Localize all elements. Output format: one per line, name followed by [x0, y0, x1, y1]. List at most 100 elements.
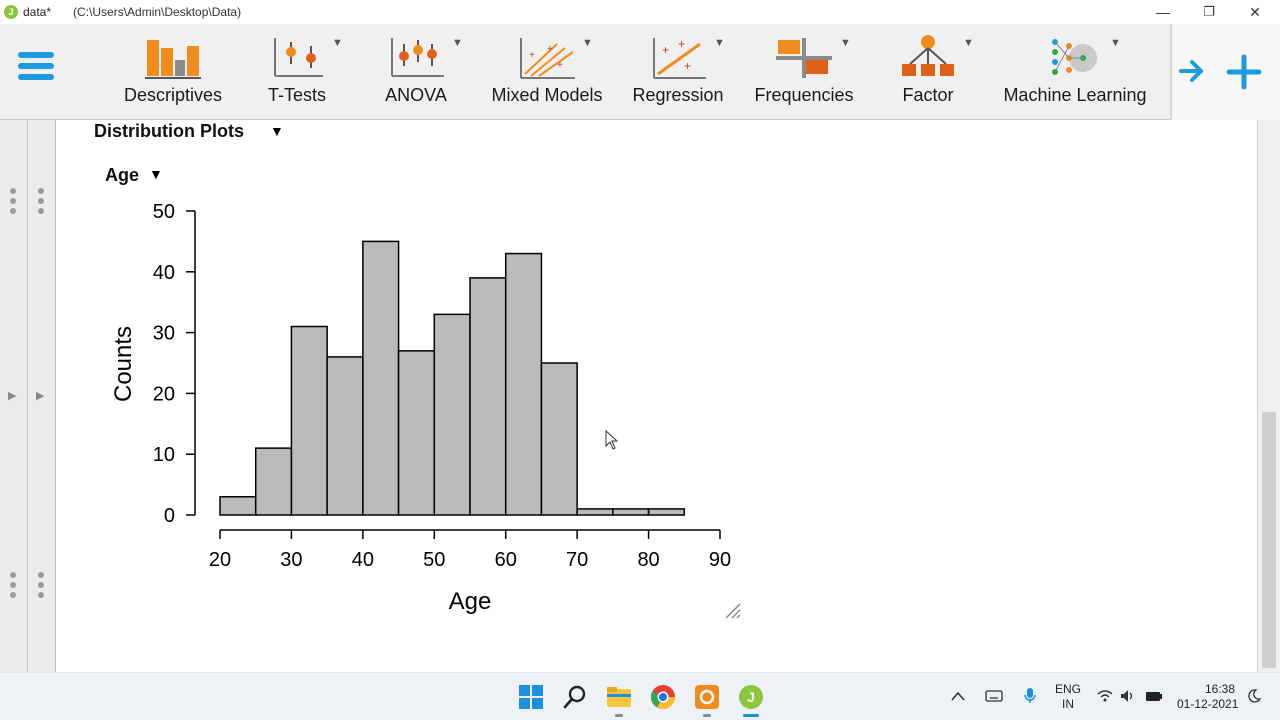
age-plot-menu-icon[interactable]: ▼ — [149, 166, 163, 182]
panel-separator — [27, 120, 28, 672]
chevron-up-icon[interactable] — [950, 690, 966, 702]
analysis-panel-drag-handle[interactable] — [38, 188, 46, 218]
anova-dropdown-icon[interactable]: ▼ — [452, 37, 463, 49]
factor-dropdown-icon[interactable]: ▼ — [963, 37, 974, 49]
windows-taskbar: J ENG IN 16:38 01-12-2021 — [0, 672, 1280, 720]
clock-date[interactable]: 01-12-2021 — [1177, 697, 1238, 711]
histogram-bar — [647, 508, 686, 516]
arrow-right-icon[interactable] — [1178, 54, 1206, 88]
t-tests-button[interactable]: ▼ T-Tests — [252, 32, 343, 112]
battery-icon[interactable] — [1144, 689, 1164, 703]
language-indicator-region[interactable]: IN — [1062, 697, 1074, 711]
machine-learning-button[interactable]: ▼ Machine Learning — [998, 32, 1152, 112]
main-menu-button[interactable] — [18, 52, 54, 88]
x-tick-label: 20 — [209, 549, 231, 571]
y-tick-label: 50 — [153, 201, 175, 223]
language-indicator-primary[interactable]: ENG — [1055, 682, 1081, 696]
histogram-bar — [362, 240, 400, 516]
distribution-plots-heading[interactable]: Distribution Plots — [94, 121, 244, 142]
minimize-button[interactable]: — — [1140, 0, 1186, 24]
anova-icon — [391, 38, 444, 77]
data-panel-drag-handle[interactable] — [10, 188, 18, 218]
histogram-bar — [397, 350, 436, 516]
resize-handle-icon[interactable] — [725, 603, 741, 619]
y-axis-label: Counts — [110, 326, 137, 402]
factor-button[interactable]: ▼ Factor — [893, 32, 974, 112]
restore-button[interactable]: ❐ — [1186, 0, 1232, 24]
svg-text:+: + — [529, 50, 535, 61]
machine-learning-icon — [1052, 39, 1097, 75]
windows-start-icon[interactable] — [517, 683, 545, 711]
frequencies-icon — [776, 38, 832, 78]
regression-icon: + + + — [653, 37, 706, 79]
regression-button[interactable]: + + + ▼ Regression — [626, 32, 730, 112]
x-axis-label: Age — [449, 588, 492, 615]
results-scrollbar[interactable] — [1257, 120, 1280, 672]
running-indicator — [703, 714, 711, 717]
notifications-icon[interactable] — [1246, 688, 1262, 704]
y-tick-label: 30 — [153, 323, 175, 345]
expand-data-panel-icon[interactable]: ▶ — [8, 389, 16, 402]
analysis-panel-drag-handle-lower[interactable] — [38, 572, 46, 602]
svg-text:+: + — [662, 43, 669, 57]
mixed-models-label: Mixed Models — [491, 85, 603, 105]
histogram-bar — [504, 252, 543, 516]
keyboard-icon[interactable] — [985, 689, 1003, 703]
t-tests-dropdown-icon[interactable]: ▼ — [332, 37, 343, 49]
ribbon-toolbar: Descriptives ▼ T-Tests ▼ ANOVA + + + ▼ M… — [0, 24, 1280, 120]
add-module-icon[interactable] — [1226, 54, 1262, 90]
running-indicator — [615, 714, 623, 717]
wifi-icon[interactable] — [1097, 689, 1113, 703]
x-tick-label: 40 — [352, 549, 374, 571]
regression-dropdown-icon[interactable]: ▼ — [714, 37, 725, 49]
factor-icon — [902, 35, 954, 76]
active-indicator — [743, 714, 759, 717]
data-panel-drag-handle-lower[interactable] — [10, 572, 18, 602]
jasp-taskbar-icon[interactable]: J — [737, 683, 765, 711]
clock-time[interactable]: 16:38 — [1205, 682, 1235, 696]
histogram-bar — [576, 508, 614, 516]
histogram-bar — [540, 362, 578, 516]
search-icon[interactable] — [561, 683, 589, 711]
mouse-cursor-icon — [605, 429, 619, 450]
distribution-plots-menu-icon[interactable]: ▼ — [270, 123, 284, 139]
volume-icon[interactable] — [1120, 689, 1136, 703]
x-tick-label: 70 — [566, 549, 588, 571]
y-tick-label: 10 — [153, 444, 175, 466]
mixed-models-dropdown-icon[interactable]: ▼ — [582, 37, 593, 49]
age-plot-heading[interactable]: Age — [105, 165, 139, 186]
hamburger-bar — [18, 63, 54, 69]
frequencies-button[interactable]: ▼ Frequencies — [748, 32, 860, 112]
anova-button[interactable]: ▼ ANOVA — [376, 32, 463, 112]
histogram-bar — [326, 356, 364, 516]
frequencies-label: Frequencies — [754, 85, 854, 105]
expand-analysis-panel-icon[interactable]: ▶ — [36, 389, 44, 402]
microphone-icon[interactable] — [1023, 687, 1037, 705]
hamburger-bar — [18, 74, 54, 80]
file-explorer-icon[interactable] — [605, 683, 633, 711]
x-tick-label: 80 — [637, 549, 659, 571]
descriptives-button[interactable]: Descriptives — [115, 32, 231, 112]
regression-label: Regression — [632, 85, 724, 105]
x-tick-label: 60 — [495, 549, 517, 571]
x-tick-label: 50 — [423, 549, 445, 571]
histogram-bar — [219, 496, 257, 516]
t-tests-icon — [274, 38, 323, 77]
y-tick-label: 40 — [153, 262, 175, 284]
machine-learning-dropdown-icon[interactable]: ▼ — [1110, 37, 1121, 49]
chrome-icon[interactable] — [649, 683, 677, 711]
app-launcher-icon[interactable] — [693, 683, 721, 711]
y-tick-label: 0 — [164, 505, 175, 527]
results-scrollbar-thumb[interactable] — [1262, 412, 1276, 668]
y-tick-label: 20 — [153, 383, 175, 405]
left-panel-strip: ▶ ▶ — [0, 120, 56, 672]
svg-text:+: + — [678, 37, 685, 51]
anova-label: ANOVA — [385, 85, 447, 105]
close-button[interactable]: ✕ — [1232, 0, 1278, 24]
descriptives-label: Descriptives — [123, 85, 223, 105]
mixed-models-button[interactable]: + + + ▼ Mixed Models — [485, 32, 609, 112]
svg-text:J: J — [747, 689, 755, 705]
frequencies-dropdown-icon[interactable]: ▼ — [840, 37, 851, 49]
machine-learning-label: Machine Learning — [1003, 85, 1147, 105]
window-title: data* — [23, 5, 52, 19]
